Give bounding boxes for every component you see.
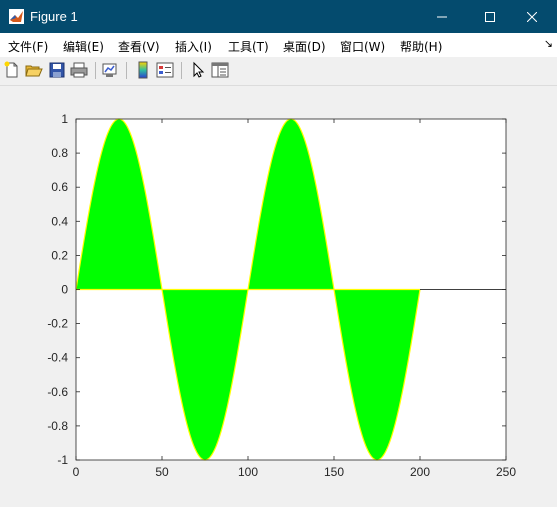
x-tick-label: 150 (324, 465, 344, 479)
new-figure-icon[interactable] (3, 61, 21, 79)
menu-help[interactable]: 帮助(H) (400, 38, 442, 55)
insert-colorbar-icon[interactable] (134, 61, 152, 79)
toolbar-separator (126, 62, 127, 79)
y-tick-label: 1 (61, 112, 68, 126)
menu-edit[interactable]: 编辑(E) (63, 38, 104, 55)
save-icon[interactable] (48, 61, 66, 79)
title-bar: Figure 1 (0, 0, 557, 33)
y-tick-label: -1 (57, 453, 68, 467)
maximize-icon (485, 11, 495, 22)
x-tick-label: 250 (496, 465, 516, 479)
window-title: Figure 1 (30, 9, 78, 24)
menu-desktop[interactable]: 桌面(D) (283, 38, 326, 55)
menu-window[interactable]: 窗口(W) (340, 38, 385, 55)
menu-view[interactable]: 查看(V) (118, 38, 160, 55)
x-tick-label: 200 (410, 465, 430, 479)
y-tick-label: -0.8 (47, 419, 68, 433)
figure-canvas: 0 50 100 150 200 250 -1 -0.8 -0.6 -0.4 -0.2 0 0.2 0.4… (0, 86, 557, 507)
y-tick-label: -0.4 (47, 351, 68, 365)
menu-file[interactable]: 文件(F) (8, 38, 48, 55)
close-button[interactable] (509, 0, 555, 33)
maximize-button[interactable] (467, 0, 513, 33)
menu-tools[interactable]: 工具(T) (228, 38, 269, 55)
toolbar (0, 57, 557, 86)
y-tick-label: 0.4 (51, 214, 68, 228)
y-tick-label: -0.6 (47, 385, 68, 399)
open-file-icon[interactable] (25, 61, 43, 79)
y-tick-label: 0 (61, 283, 68, 297)
close-icon (527, 11, 537, 22)
plot-area[interactable]: 0 50 100 150 200 250 -1 -0.8 -0.6 -0.4 -0.2 0 0.2 0.4… (0, 86, 557, 507)
minimize-button[interactable] (419, 0, 465, 33)
toolbar-separator (181, 62, 182, 79)
insert-legend-icon[interactable] (156, 61, 174, 79)
menu-insert[interactable]: 插入(I) (175, 38, 212, 55)
matlab-icon (9, 9, 24, 24)
y-tick-label: 0.6 (51, 180, 68, 194)
menu-overflow-arrow[interactable]: ↘ (544, 37, 553, 50)
menu-bar: 文件(F) 编辑(E) 查看(V) 插入(I) 工具(T) 桌面(D) 窗口(W… (0, 33, 557, 57)
toolbar-separator (95, 62, 96, 79)
minimize-icon (437, 16, 447, 17)
y-tick-label: 0.2 (51, 248, 68, 262)
y-tick-label: -0.2 (47, 317, 68, 331)
edit-plot-icon[interactable] (189, 61, 207, 79)
link-plot-icon[interactable] (101, 61, 119, 79)
open-property-inspector-icon[interactable] (211, 61, 229, 79)
print-icon[interactable] (70, 61, 88, 79)
x-tick-label: 50 (155, 465, 169, 479)
x-tick-label: 0 (73, 465, 80, 479)
y-tick-label: 0.8 (51, 146, 68, 160)
x-tick-label: 100 (238, 465, 258, 479)
